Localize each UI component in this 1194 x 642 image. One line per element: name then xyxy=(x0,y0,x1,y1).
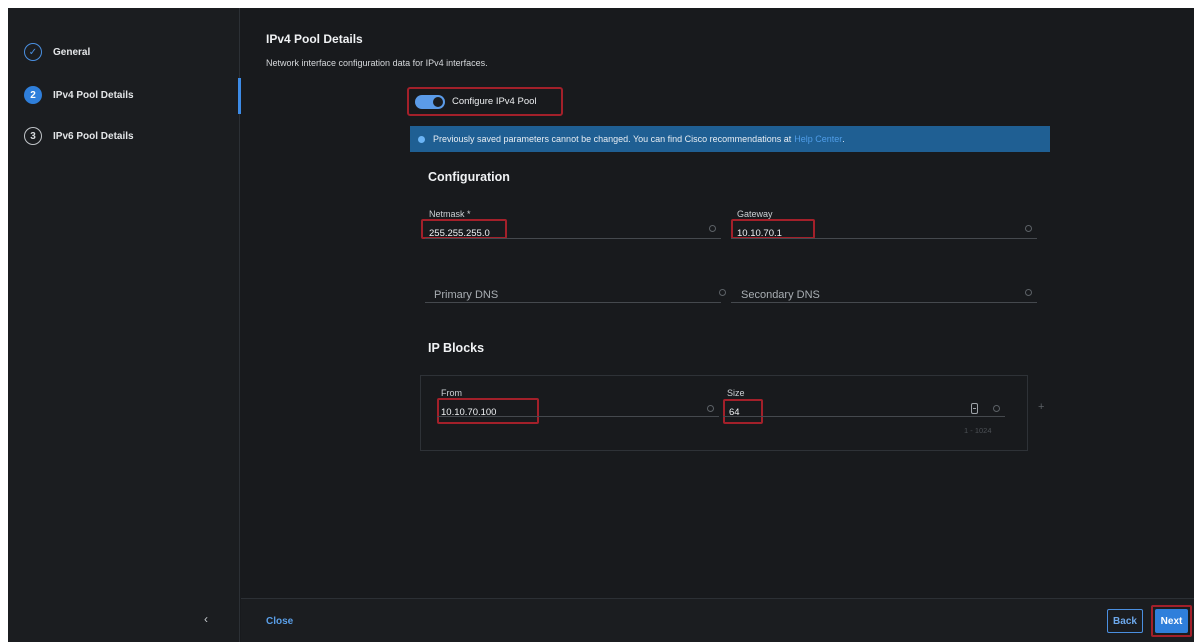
size-range-hint: 1 - 1024 xyxy=(964,426,992,435)
primary-dns-input[interactable]: Primary DNS xyxy=(434,285,498,303)
add-icon[interactable]: + xyxy=(1038,401,1044,413)
primary-dns-underline xyxy=(425,302,721,303)
wizard-sidebar: ✓ General 2 IPv4 Pool Details 3 IPv6 Poo… xyxy=(8,8,241,642)
step-general-label: General xyxy=(53,46,91,58)
from-underline xyxy=(437,416,719,417)
info-icon[interactable] xyxy=(719,289,726,296)
chevron-left-icon[interactable]: ‹ xyxy=(204,612,208,626)
page-title: IPv4 Pool Details xyxy=(266,32,363,46)
gateway-highlight xyxy=(731,219,815,239)
next-button[interactable]: Next xyxy=(1155,609,1188,633)
secondary-dns-underline xyxy=(731,302,1037,303)
wizard-footer: Close Back Next xyxy=(241,598,1194,642)
help-center-link[interactable]: Help Center xyxy=(794,134,842,144)
from-highlight xyxy=(437,398,539,424)
info-banner: Previously saved parameters cannot be ch… xyxy=(410,126,1050,152)
close-button[interactable]: Close xyxy=(266,616,293,627)
info-icon xyxy=(418,135,425,143)
banner-text: Previously saved parameters cannot be ch… xyxy=(433,134,792,144)
back-button[interactable]: Back xyxy=(1107,609,1143,633)
step-ipv4-label: IPv4 Pool Details xyxy=(53,89,134,101)
step-ipv4-pool-details[interactable]: 2 IPv4 Pool Details xyxy=(24,84,134,106)
stepper-icon[interactable] xyxy=(971,403,978,414)
info-icon[interactable] xyxy=(993,405,1000,412)
size-underline xyxy=(723,416,1005,417)
gateway-underline xyxy=(731,238,1037,239)
ip-blocks-heading: IP Blocks xyxy=(428,341,485,355)
step-number-badge: 3 xyxy=(24,127,42,145)
step-general[interactable]: ✓ General xyxy=(24,41,90,63)
size-highlight xyxy=(723,399,763,424)
main-content: IPv4 Pool Details Network interface conf… xyxy=(241,8,1194,642)
configuration-heading: Configuration xyxy=(428,170,510,184)
step-number-badge: 2 xyxy=(24,86,42,104)
app-frame: ✓ General 2 IPv4 Pool Details 3 IPv6 Poo… xyxy=(8,8,1194,642)
netmask-underline xyxy=(425,238,721,239)
step-ipv6-pool-details[interactable]: 3 IPv6 Pool Details xyxy=(24,125,134,147)
check-circle-icon: ✓ xyxy=(24,43,42,61)
info-icon[interactable] xyxy=(1025,289,1032,296)
info-icon[interactable] xyxy=(707,405,714,412)
page-subtitle: Network interface configuration data for… xyxy=(266,58,488,68)
step-ipv6-label: IPv6 Pool Details xyxy=(53,130,134,142)
banner-tail: . xyxy=(842,134,845,144)
secondary-dns-input[interactable]: Secondary DNS xyxy=(741,285,820,303)
info-icon[interactable] xyxy=(709,225,716,232)
toggle-switch[interactable] xyxy=(415,94,445,109)
info-icon[interactable] xyxy=(1025,225,1032,232)
netmask-highlight xyxy=(421,219,507,239)
configure-ipv4-pool-toggle[interactable]: Configure IPv4 Pool xyxy=(407,87,563,116)
toggle-label: Configure IPv4 Pool xyxy=(452,96,537,107)
toggle-knob xyxy=(433,96,443,107)
